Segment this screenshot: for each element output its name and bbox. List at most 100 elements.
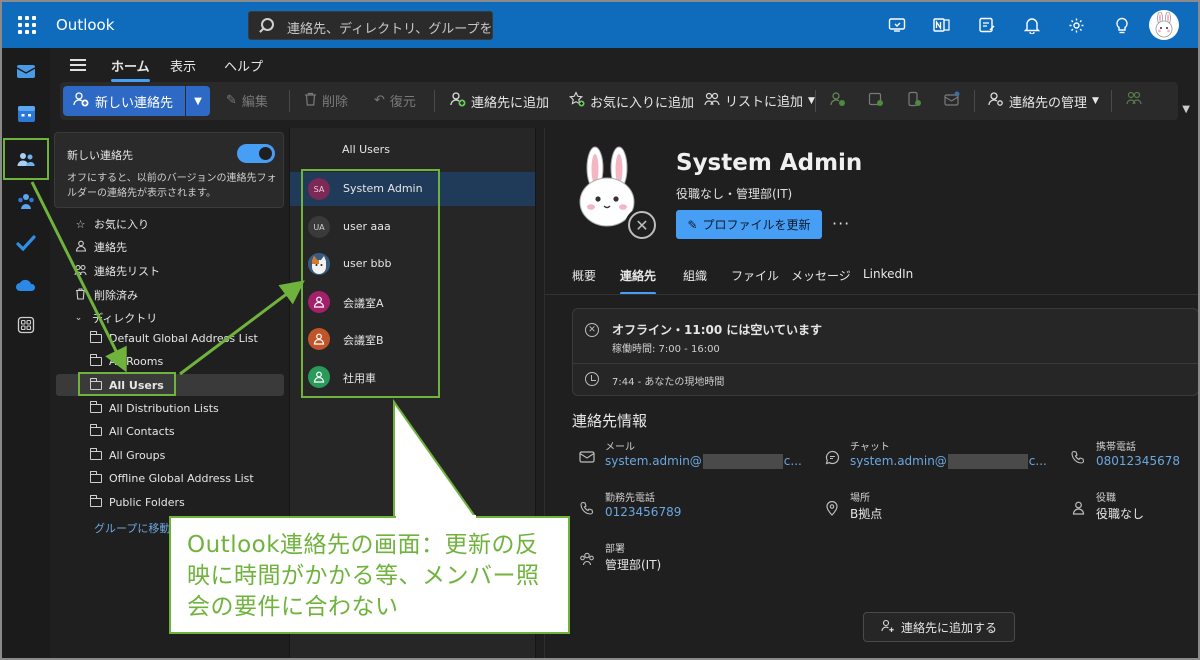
mail-icon[interactable] [15, 60, 37, 82]
search-input[interactable]: 連絡先、ディレクトリ、グループを検索... [248, 11, 493, 40]
trash-icon [304, 92, 317, 110]
mobile-value[interactable]: 08012345678 [1096, 454, 1180, 468]
add-to-contacts-button[interactable]: 連絡先に追加する [863, 612, 1015, 642]
working-hours: 稼働時間: 7:00 - 16:00 [612, 344, 720, 355]
callout-tail-cover [396, 515, 476, 521]
folder-default-gal[interactable]: Default Global Address List [90, 328, 258, 348]
folder-public-folders[interactable]: Public Folders [90, 492, 185, 512]
folder-icon [90, 400, 102, 413]
profile-name: System Admin [676, 150, 863, 176]
clock-icon [585, 372, 599, 386]
notes-icon[interactable] [964, 10, 1009, 40]
add-to-contacts-label: 連絡先に追加 [471, 95, 550, 111]
people-share-icon[interactable] [1126, 91, 1142, 105]
top-bar: Outlook 連絡先、ディレクトリ、グループを検索... [2, 2, 1198, 48]
toggle-description: オフにすると、以前のバージョンの連絡先フォルダーの連絡先が表示されます。 [67, 173, 277, 199]
folder-favorites[interactable]: ☆ お気に入り [74, 214, 149, 234]
tab-linkedin[interactable]: LinkedIn [863, 267, 913, 281]
update-profile-button[interactable]: ✎ プロファイルを更新 [676, 210, 822, 239]
add-to-list-button[interactable]: リストに追加 ▼ [704, 91, 815, 110]
folder-offline-gal[interactable]: Offline Global Address List [90, 468, 254, 488]
tab-overview[interactable]: 概要 [572, 267, 596, 284]
manage-contacts-button[interactable]: 連絡先の管理 ▼ [988, 91, 1099, 111]
new-contact-label: 新しい連絡先 [95, 95, 174, 111]
settings-gear-icon[interactable] [1054, 10, 1099, 40]
folder-all-distribution-lists[interactable]: All Distribution Lists [90, 398, 219, 418]
schedule-meeting-icon[interactable] [868, 91, 884, 107]
tips-lightbulb-icon[interactable] [1099, 10, 1144, 40]
people-list-icon [704, 92, 720, 110]
new-contact-dropdown-chevron-icon[interactable]: ▼ [186, 86, 210, 116]
tab-files[interactable]: ファイル [731, 267, 779, 284]
ribbon-divider [434, 90, 435, 112]
folder-all-rooms[interactable]: All Rooms [90, 351, 163, 371]
chat-person-icon[interactable] [830, 91, 846, 107]
chevron-down-icon: ▼ [1092, 96, 1099, 106]
work-phone-value[interactable]: 0123456789 [605, 505, 681, 519]
folder-all-contacts[interactable]: All Contacts [90, 421, 175, 441]
field-mobile: 携帯電話 08012345678 [1069, 438, 1194, 478]
contact-detail-pane: ✕ System Admin 役職なし・管理部(IT) ✎ プロファイルを更新 … [544, 128, 1198, 658]
send-email-icon[interactable] [944, 91, 960, 107]
delete-button[interactable]: 削除 [304, 91, 348, 110]
ribbon-divider [289, 90, 290, 112]
pencil-icon: ✎ [226, 93, 237, 108]
groups-icon[interactable] [15, 190, 37, 212]
field-email: メール system.admin@ c... [578, 438, 802, 478]
search-placeholder: 連絡先、ディレクトリ、グループを検索... [287, 22, 493, 37]
meet-now-icon[interactable] [874, 10, 919, 40]
ribbon-divider [1111, 90, 1112, 112]
chevron-down-icon: ▼ [808, 95, 815, 106]
user-avatar[interactable] [1149, 10, 1179, 40]
calendar-icon[interactable] [15, 102, 37, 124]
restore-button[interactable]: ↶ 復元 [374, 91, 416, 110]
offline-status-icon: ✕ [585, 323, 599, 337]
tab-help[interactable]: ヘルプ [224, 56, 263, 75]
redacted-block [947, 454, 1028, 469]
tab-view[interactable]: 表示 [170, 56, 196, 75]
onedrive-cloud-icon[interactable] [15, 274, 37, 296]
app-launcher-icon[interactable] [18, 16, 36, 34]
add-to-favorites-button[interactable]: お気に入りに追加 [568, 91, 694, 111]
email-value[interactable]: system.admin@ c... [605, 454, 802, 469]
app-title: Outlook [56, 16, 115, 34]
folder-contact-lists[interactable]: 連絡先リスト [74, 261, 160, 281]
hamburger-menu-icon[interactable] [70, 59, 86, 71]
todo-check-icon[interactable] [15, 232, 37, 254]
goto-groups-link[interactable]: グループに移動 [94, 520, 170, 536]
folder-all-groups[interactable]: All Groups [90, 445, 165, 465]
edit-label: 編集 [241, 95, 268, 110]
notification-bell-icon[interactable] [1009, 10, 1054, 40]
folder-icon [90, 447, 102, 460]
onenote-icon[interactable] [919, 10, 964, 40]
contact-list-highlight-box [301, 169, 440, 398]
location-value: B拠点 [850, 507, 883, 521]
more-apps-icon[interactable] [15, 314, 37, 336]
call-contact-icon[interactable] [906, 91, 922, 107]
star-icon: ☆ [75, 217, 86, 231]
app-window: Outlook 連絡先、ディレクトリ、グループを検索... [0, 0, 1200, 660]
new-contact-button[interactable]: 新しい連絡先 [63, 86, 185, 116]
tab-home[interactable]: ホーム [111, 56, 150, 82]
manage-contacts-label: 連絡先の管理 [1009, 95, 1088, 111]
folder-deleted[interactable]: 削除済み [74, 285, 138, 305]
contact-info-title: 連絡先情報 [572, 412, 648, 430]
field-chat: チャット system.admin@ c... [823, 438, 1047, 478]
add-to-contacts-button[interactable]: 連絡先に追加 [450, 91, 549, 111]
edit-button[interactable]: ✎ 編集 [226, 91, 268, 110]
tab-contact[interactable]: 連絡先 [620, 267, 657, 295]
chat-value[interactable]: system.admin@ c... [850, 454, 1047, 469]
folder-contacts[interactable]: 連絡先 [74, 237, 127, 257]
local-time: 7:44 - あなたの現地時間 [612, 377, 725, 388]
more-options-icon[interactable]: ··· [832, 214, 850, 233]
tab-messages[interactable]: メッセージ [791, 267, 851, 284]
pencil-icon: ✎ [687, 217, 698, 232]
field-work-phone: 勤務先電話 0123456789 [578, 489, 798, 529]
folder-directory[interactable]: ⌄ ディレクトリ [72, 308, 158, 328]
tab-organization[interactable]: 組織 [683, 267, 707, 284]
new-contacts-toggle-switch[interactable] [237, 144, 275, 163]
add-person-icon [881, 619, 895, 636]
add-to-contacts-label: 連絡先に追加する [900, 620, 997, 635]
card-divider [573, 363, 1198, 364]
ribbon-expand-chevron-icon[interactable]: ▼ [1182, 104, 1190, 115]
